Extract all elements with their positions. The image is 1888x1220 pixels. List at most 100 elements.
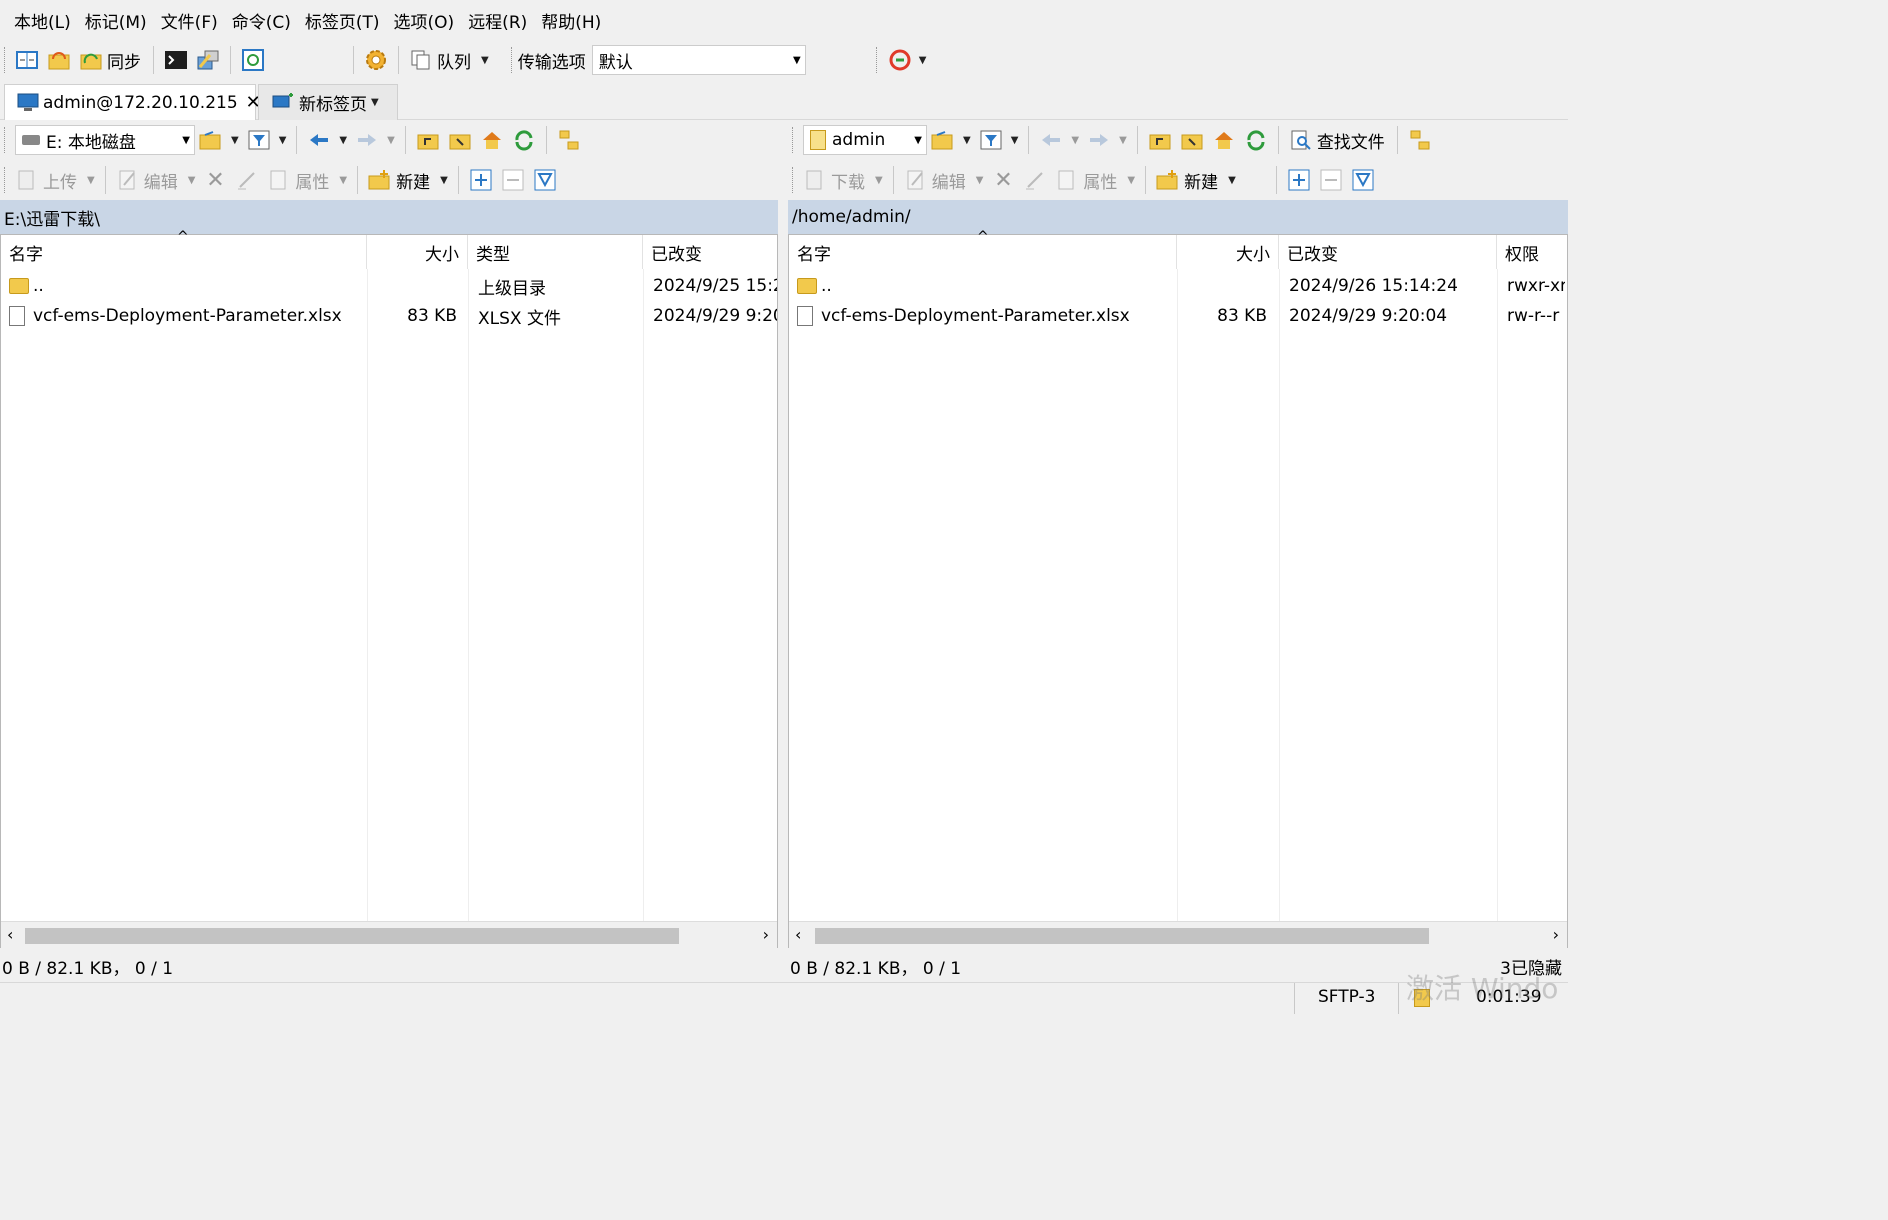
reconnect-icon[interactable]	[887, 48, 911, 72]
menu-options[interactable]: 选项(O)	[394, 8, 455, 33]
root-directory-icon[interactable]	[448, 128, 472, 152]
home-icon[interactable]	[480, 128, 504, 152]
preferences-gear-icon[interactable]	[364, 48, 388, 72]
scroll-right-icon[interactable]: ›	[763, 925, 769, 944]
new-button[interactable]: 新建	[396, 168, 430, 193]
synchronize-icon[interactable]	[79, 48, 103, 72]
new-dropdown-icon[interactable]: ▼	[1228, 175, 1236, 186]
open-directory-dropdown-icon[interactable]: ▼	[231, 135, 239, 146]
edit-dropdown-icon[interactable]: ▼	[976, 175, 984, 186]
new-folder-icon[interactable]	[1156, 168, 1180, 192]
select-filter-icon[interactable]	[533, 168, 557, 192]
forward-arrow-icon[interactable]	[1087, 128, 1111, 152]
remote-horizontal-scrollbar[interactable]: ‹ ›	[789, 921, 1567, 949]
queue-icon[interactable]	[409, 48, 433, 72]
select-plus-icon[interactable]	[469, 168, 493, 192]
scroll-left-icon[interactable]: ‹	[7, 925, 13, 944]
edit-button[interactable]: 编辑	[932, 168, 966, 193]
back-dropdown-icon[interactable]: ▼	[1071, 135, 1079, 146]
refresh-icon[interactable]	[512, 128, 536, 152]
tab-session[interactable]: admin@172.20.10.215 ✕	[4, 84, 261, 120]
select-minus-icon[interactable]	[1319, 168, 1343, 192]
column-changed[interactable]: 已改变	[643, 235, 779, 269]
refresh-icon[interactable]	[1244, 128, 1268, 152]
local-horizontal-scrollbar[interactable]: ‹ ›	[1, 921, 777, 949]
download-button[interactable]: 下载	[831, 168, 865, 193]
find-files-button[interactable]: 查找文件	[1317, 128, 1385, 153]
column-changed[interactable]: 已改变	[1279, 235, 1497, 269]
rename-icon[interactable]	[235, 168, 259, 192]
upload-icon[interactable]	[15, 168, 39, 192]
column-type[interactable]: 类型	[468, 235, 643, 269]
properties-dropdown-icon[interactable]: ▼	[1127, 175, 1135, 186]
menu-files[interactable]: 文件(F)	[161, 8, 218, 33]
table-row[interactable]: .. 2024/9/26 15:14:24 rwxr-xr	[789, 271, 1567, 301]
menu-local[interactable]: 本地(L)	[14, 8, 71, 33]
table-row[interactable]: vcf-ems-Deployment-Parameter.xlsx 83 KB …	[789, 301, 1567, 331]
scroll-left-icon[interactable]: ‹	[795, 925, 801, 944]
download-icon[interactable]	[803, 168, 827, 192]
menu-remote[interactable]: 远程(R)	[468, 8, 527, 33]
properties-button[interactable]: 属性	[1083, 168, 1117, 193]
find-files-icon[interactable]	[1289, 128, 1313, 152]
new-button[interactable]: 新建	[1184, 168, 1218, 193]
terminal-icon[interactable]	[164, 48, 188, 72]
queue-button[interactable]: 队列	[437, 48, 471, 73]
edit-dropdown-icon[interactable]: ▼	[188, 175, 196, 186]
open-directory-dropdown-icon[interactable]: ▼	[963, 135, 971, 146]
back-dropdown-icon[interactable]: ▼	[339, 135, 347, 146]
scroll-right-icon[interactable]: ›	[1553, 925, 1559, 944]
scrollbar-thumb[interactable]	[25, 928, 679, 944]
column-name[interactable]: 名字 ^	[789, 229, 1177, 269]
table-row[interactable]: .. 上级目录 2024/9/25 15:2	[1, 271, 777, 301]
open-directory-icon[interactable]	[199, 128, 223, 152]
filter-dropdown-icon[interactable]: ▼	[279, 135, 287, 146]
download-dropdown-icon[interactable]: ▼	[875, 175, 883, 186]
reconnect-dropdown-icon[interactable]: ▼	[919, 55, 927, 66]
transfer-settings-select[interactable]: 默认 ▼	[591, 45, 806, 75]
filter-icon[interactable]	[979, 128, 1003, 152]
filter-dropdown-icon[interactable]: ▼	[1011, 135, 1019, 146]
tab-new[interactable]: 新标签页 ▼	[258, 84, 398, 120]
new-folder-icon[interactable]	[368, 168, 392, 192]
delete-icon[interactable]: ✕	[991, 168, 1015, 193]
properties-button[interactable]: 属性	[295, 168, 329, 193]
properties-dropdown-icon[interactable]: ▼	[339, 175, 347, 186]
remote-folder-select[interactable]: admin ▼	[803, 125, 927, 155]
refresh-window-icon[interactable]	[241, 48, 265, 72]
local-file-list[interactable]: 名字 ^ 大小 类型 已改变 .. 上级目录 2024/9/25 15:2 vc…	[0, 229, 779, 949]
forward-arrow-icon[interactable]	[355, 128, 379, 152]
tree-view-icon[interactable]	[1408, 128, 1432, 152]
sync-browse-icon[interactable]	[47, 48, 71, 72]
properties-icon[interactable]	[1055, 168, 1079, 192]
queue-dropdown-icon[interactable]: ▼	[481, 55, 489, 66]
back-arrow-icon[interactable]	[307, 128, 331, 152]
remote-path-bar[interactable]: /home/admin/	[788, 200, 1568, 234]
upload-dropdown-icon[interactable]: ▼	[87, 175, 95, 186]
parent-directory-icon[interactable]	[416, 128, 440, 152]
delete-icon[interactable]: ✕	[203, 168, 227, 193]
column-size[interactable]: 大小	[1177, 235, 1279, 269]
filter-icon[interactable]	[247, 128, 271, 152]
synchronize-button[interactable]: 同步	[107, 48, 141, 73]
local-path-bar[interactable]: E:\迅雷下载\	[0, 200, 778, 234]
forward-dropdown-icon[interactable]: ▼	[387, 135, 395, 146]
compare-dirs-icon[interactable]	[15, 48, 39, 72]
chevron-down-icon[interactable]: ▼	[371, 97, 379, 108]
table-row[interactable]: vcf-ems-Deployment-Parameter.xlsx 83 KB …	[1, 301, 777, 331]
menu-commands[interactable]: 命令(C)	[232, 8, 291, 33]
menu-help[interactable]: 帮助(H)	[541, 8, 601, 33]
scrollbar-thumb[interactable]	[815, 928, 1429, 944]
new-dropdown-icon[interactable]: ▼	[440, 175, 448, 186]
column-name[interactable]: 名字 ^	[1, 229, 367, 269]
column-rights[interactable]: 权限	[1497, 235, 1567, 269]
edit-button[interactable]: 编辑	[144, 168, 178, 193]
parent-directory-icon[interactable]	[1148, 128, 1172, 152]
column-size[interactable]: 大小	[367, 235, 468, 269]
root-directory-icon[interactable]	[1180, 128, 1204, 152]
menu-mark[interactable]: 标记(M)	[85, 8, 147, 33]
remote-file-list[interactable]: 名字 ^ 大小 已改变 权限 .. 2024/9/26 15:14:24 rwx…	[788, 229, 1568, 949]
home-icon[interactable]	[1212, 128, 1236, 152]
local-drive-select[interactable]: E: 本地磁盘 ▼	[15, 125, 195, 155]
open-directory-icon[interactable]	[931, 128, 955, 152]
